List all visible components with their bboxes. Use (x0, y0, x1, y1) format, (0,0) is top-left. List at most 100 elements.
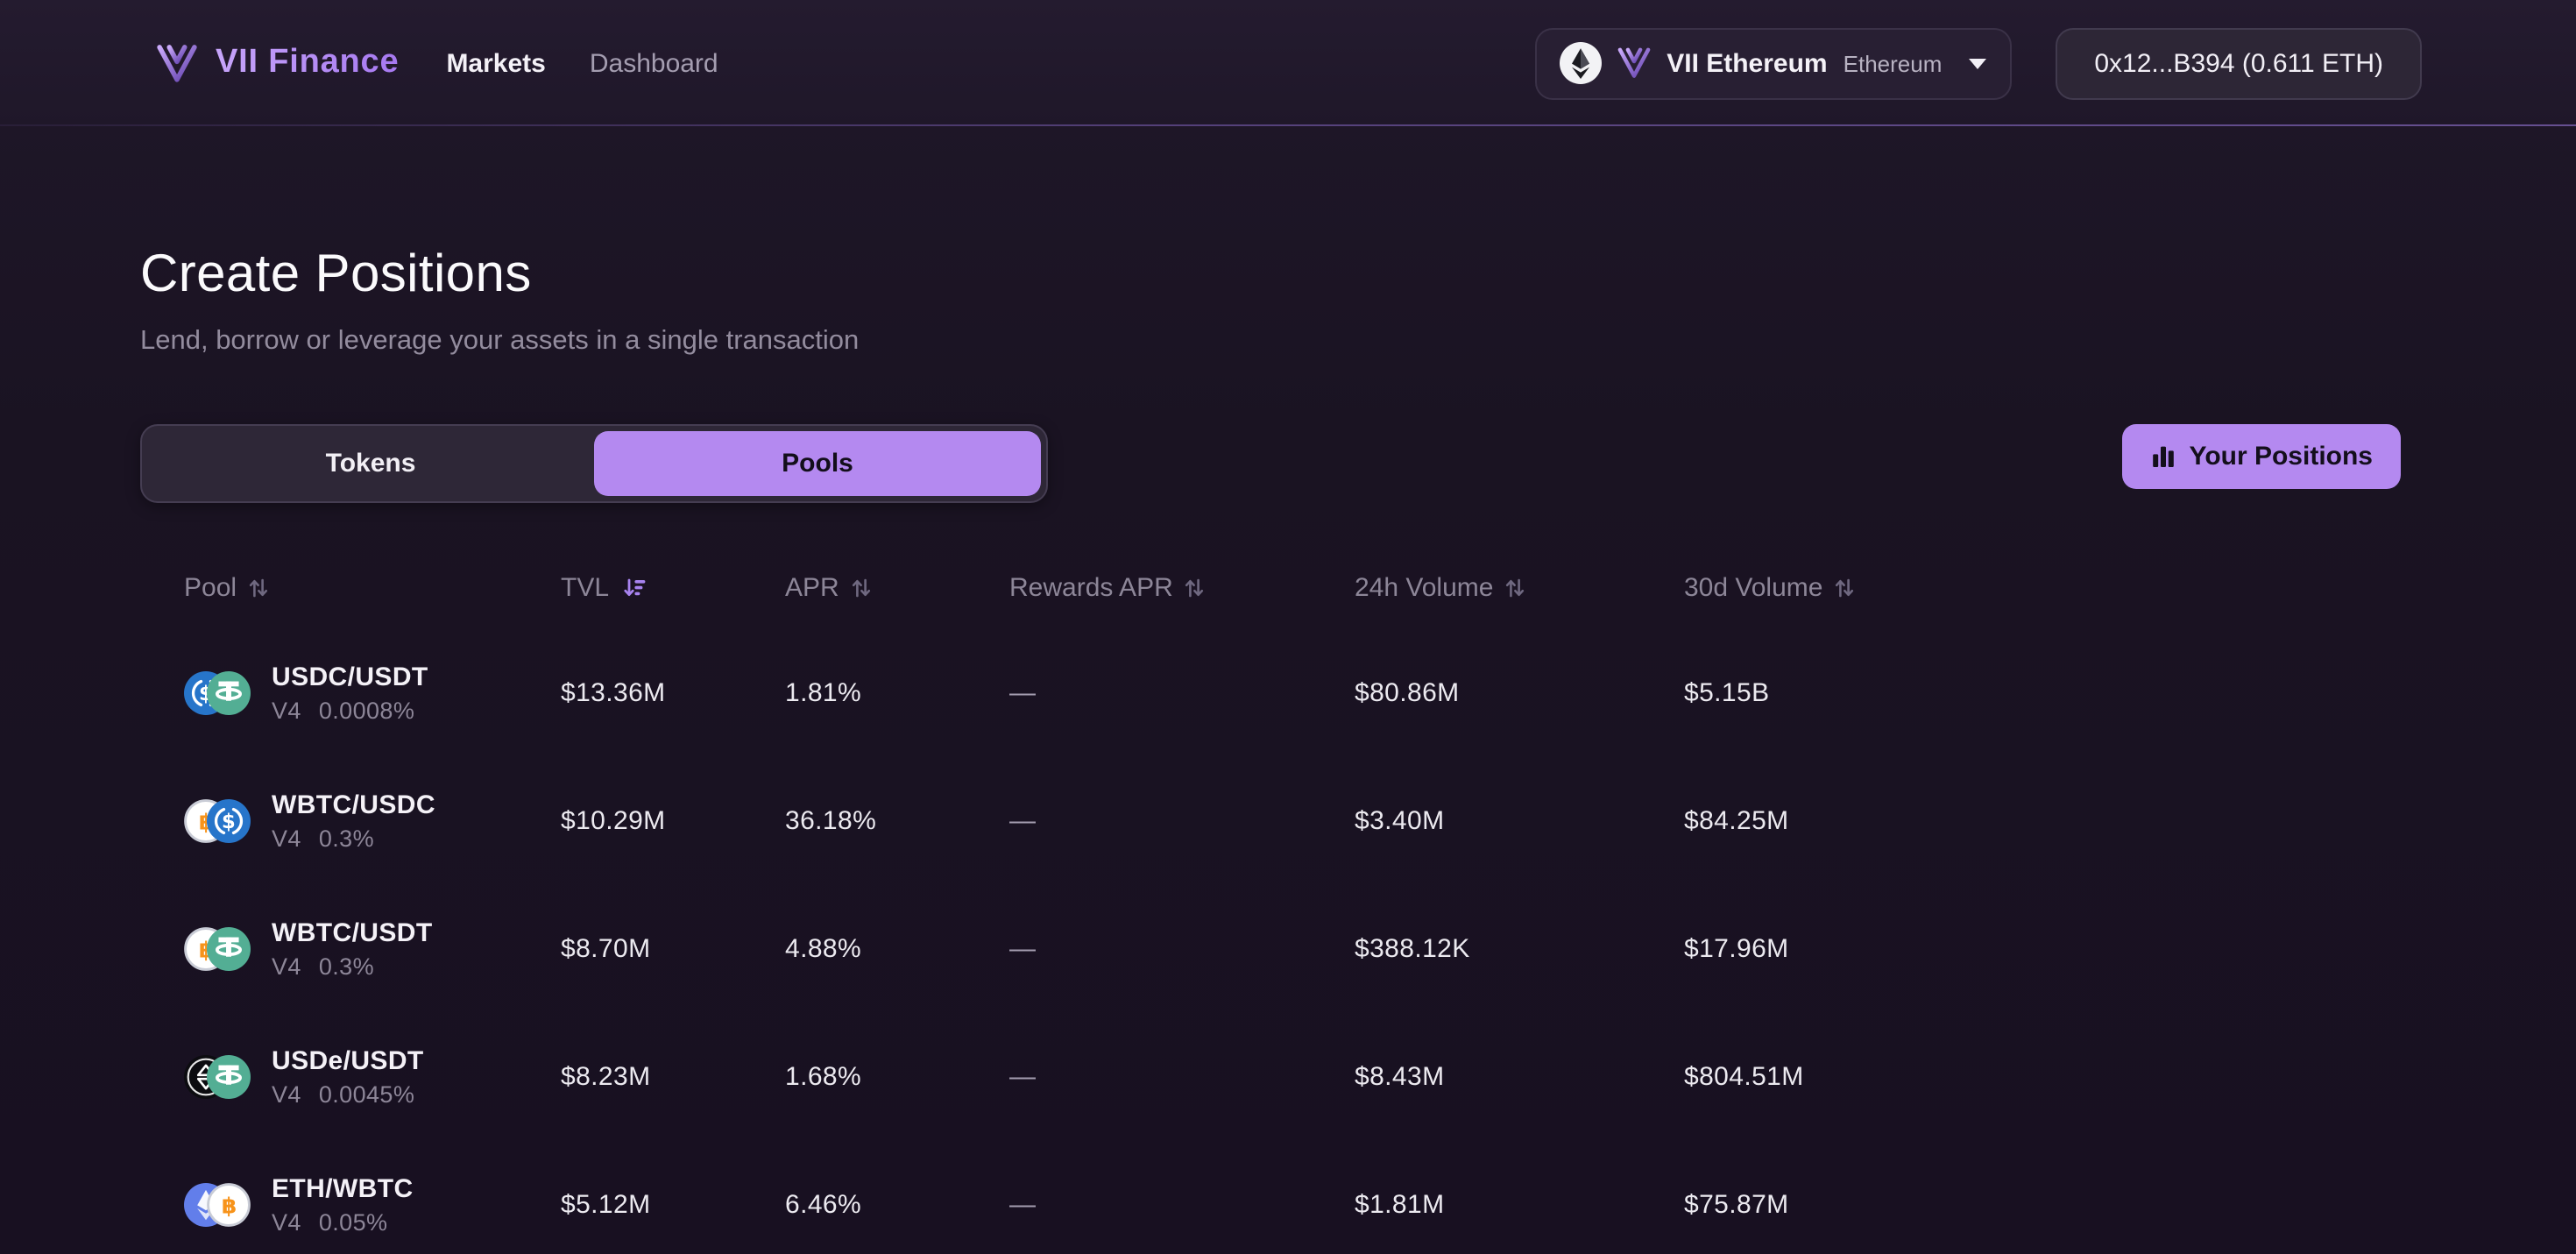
app-root: VII Finance Markets Dashboard VII Ethere… (0, 0, 2576, 1254)
network-chain: Ethereum (1844, 50, 1943, 76)
usdt-icon (207, 1055, 251, 1099)
pool-pair-name: ETH/WBTC (272, 1174, 414, 1204)
usdt-icon (207, 671, 251, 715)
ethereum-network-icon (1560, 42, 1602, 84)
column-header-rewards-apr[interactable]: Rewards APR (1009, 572, 1355, 602)
column-header-30d-volume[interactable]: 30d Volume (1684, 572, 2401, 602)
your-positions-button[interactable]: Your Positions (2123, 424, 2401, 489)
column-label: APR (785, 572, 839, 602)
vii-logo-icon (154, 42, 200, 84)
pool-pair-name: WBTC/USDT (272, 918, 433, 948)
column-label: TVL (561, 572, 609, 602)
vii-logo-icon (154, 42, 200, 84)
your-positions-label: Your Positions (2190, 442, 2373, 471)
wbtc-icon: ฿ (207, 1183, 251, 1227)
nav-item-dashboard[interactable]: Dashboard (590, 48, 718, 78)
chevron-down-icon (1968, 57, 1987, 69)
usdc-icon: $ (207, 799, 251, 843)
table-row[interactable]: ฿ $ WBTC/USDC V4 0.3% $10.29M 36.18% — $… (140, 757, 2401, 885)
cell-rewards-apr: — (1009, 678, 1355, 708)
bar-chart-icon (2151, 443, 2177, 470)
usdt-icon (207, 927, 251, 971)
table-row[interactable]: $ USDC/USDT V4 0.0008% $13.36M 1.81% — $… (140, 629, 2401, 757)
column-header-tvl[interactable]: TVL (561, 572, 785, 602)
pool-sub-line: V4 0.3% (272, 825, 435, 852)
sort-descending-icon (621, 576, 646, 599)
sort-icon (1185, 576, 1205, 599)
pool-fee: 0.3% (319, 953, 374, 980)
pool-meta: USDe/USDT V4 0.0045% (272, 1046, 424, 1108)
cell-30d-volume: $84.25M (1684, 806, 2401, 836)
token-pair-icons: ฿ $ (184, 799, 252, 843)
cell-tvl: $8.70M (561, 934, 785, 964)
page-title: Create Positions (140, 245, 2401, 305)
pool-sub-line: V4 0.3% (272, 953, 433, 980)
pool-meta: USDC/USDT V4 0.0008% (272, 662, 428, 724)
pool-version: V4 (272, 953, 301, 980)
network-selector[interactable]: VII Ethereum Ethereum (1535, 27, 2012, 99)
pool-fee: 0.3% (319, 825, 374, 852)
cell-pool: ฿ ETH/WBTC V4 0.05% (184, 1174, 561, 1236)
cell-pool: USDe/USDT V4 0.0045% (184, 1046, 561, 1108)
nav-item-markets[interactable]: Markets (446, 48, 545, 78)
main-content: Create Positions Lend, borrow or leverag… (0, 245, 2576, 1254)
cell-apr: 6.46% (785, 1190, 1009, 1220)
pool-pair-name: USDe/USDT (272, 1046, 424, 1076)
controls-row: Tokens Pools Your Positions (140, 424, 2401, 503)
tab-tokens[interactable]: Tokens (147, 431, 594, 496)
vii-logo-icon (1616, 46, 1652, 81)
cell-24h-volume: $1.81M (1355, 1190, 1684, 1220)
sort-icon (852, 576, 871, 599)
cell-tvl: $8.23M (561, 1062, 785, 1092)
pools-table: Pool TVL APR Rewards APR 24h Volume 30d … (140, 566, 2401, 1254)
token-pair-icons (184, 1055, 252, 1099)
column-label: 24h Volume (1355, 572, 1493, 602)
pool-fee: 0.0008% (319, 698, 414, 724)
cell-30d-volume: $5.15B (1684, 678, 2401, 708)
token-pair-icons: ฿ (184, 927, 252, 971)
pool-sub-line: V4 0.0008% (272, 698, 428, 724)
sort-icon (1505, 576, 1525, 599)
cell-apr: 1.68% (785, 1062, 1009, 1092)
sort-icon (1835, 576, 1854, 599)
view-tabs: Tokens Pools (140, 424, 1048, 503)
cell-tvl: $5.12M (561, 1190, 785, 1220)
cell-30d-volume: $75.87M (1684, 1190, 2401, 1220)
cell-tvl: $13.36M (561, 678, 785, 708)
cell-pool: $ USDC/USDT V4 0.0008% (184, 662, 561, 724)
header-right: VII Ethereum Ethereum 0x12...B394 (0.611… (1535, 27, 2422, 99)
pool-meta: WBTC/USDT V4 0.3% (272, 918, 433, 980)
cell-30d-volume: $17.96M (1684, 934, 2401, 964)
top-navbar: VII Finance Markets Dashboard VII Ethere… (0, 0, 2576, 126)
pool-version: V4 (272, 825, 301, 852)
brand[interactable]: VII Finance (154, 42, 399, 84)
pool-pair-name: USDC/USDT (272, 662, 428, 692)
pool-version: V4 (272, 698, 301, 724)
svg-text:฿: ฿ (222, 1193, 237, 1218)
cell-rewards-apr: — (1009, 1062, 1355, 1092)
pool-pair-name: WBTC/USDC (272, 790, 435, 820)
vii-logo-icon (1616, 46, 1652, 81)
tab-pools[interactable]: Pools (594, 431, 1041, 496)
column-label: Rewards APR (1009, 572, 1173, 602)
token-pair-icons: $ (184, 671, 252, 715)
sort-icon (249, 576, 268, 599)
pool-meta: WBTC/USDC V4 0.3% (272, 790, 435, 852)
token-pair-icons: ฿ (184, 1183, 252, 1227)
table-header-row: Pool TVL APR Rewards APR 24h Volume 30d … (140, 566, 2401, 608)
cell-apr: 1.81% (785, 678, 1009, 708)
wallet-address-button[interactable]: 0x12...B394 (0.611 ETH) (2056, 27, 2422, 99)
table-row[interactable]: ฿ ETH/WBTC V4 0.05% $5.12M 6.46% — $1.81… (140, 1141, 2401, 1254)
column-header-pool[interactable]: Pool (184, 572, 561, 602)
brand-name: VII Finance (216, 44, 399, 82)
column-header-24h-volume[interactable]: 24h Volume (1355, 572, 1684, 602)
cell-tvl: $10.29M (561, 806, 785, 836)
pool-version: V4 (272, 1209, 301, 1236)
svg-text:$: $ (222, 811, 236, 833)
table-row[interactable]: ฿ WBTC/USDT V4 0.3% $8.70M 4.88% — $388.… (140, 885, 2401, 1013)
table-row[interactable]: USDe/USDT V4 0.0045% $8.23M 1.68% — $8.4… (140, 1013, 2401, 1141)
table-body: $ USDC/USDT V4 0.0008% $13.36M 1.81% — $… (140, 629, 2401, 1254)
cell-pool: ฿ WBTC/USDT V4 0.3% (184, 918, 561, 980)
column-header-apr[interactable]: APR (785, 572, 1009, 602)
cell-30d-volume: $804.51M (1684, 1062, 2401, 1092)
